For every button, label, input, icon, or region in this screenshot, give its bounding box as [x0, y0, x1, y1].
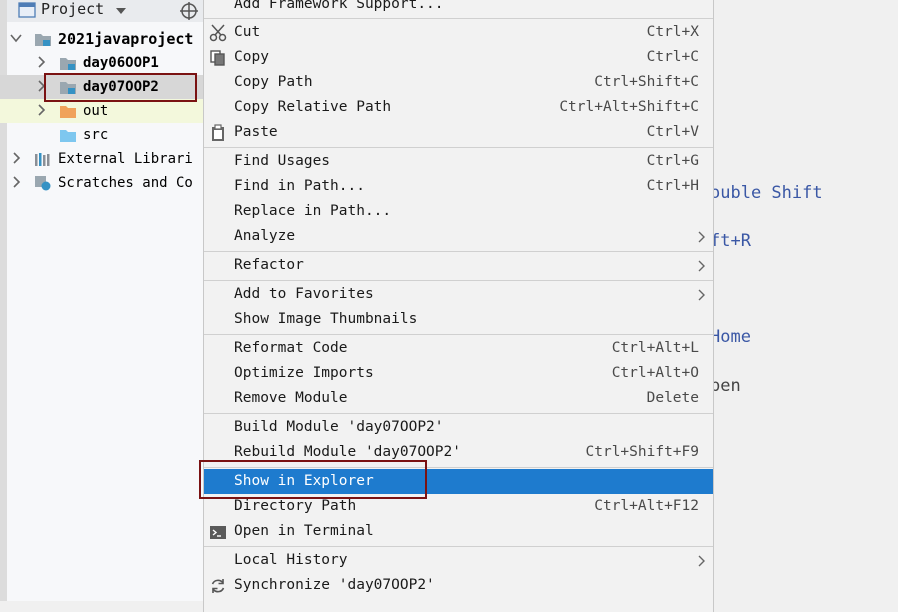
tree-item-2021javaproject[interactable]: 2021javaproject [0, 27, 203, 51]
annotation-highlight-show-in-explorer [199, 460, 427, 499]
menu-separator [204, 147, 713, 148]
chevron-down-icon[interactable] [115, 7, 127, 15]
hint-search-everywhere: ouble Shift [710, 183, 823, 203]
hint-drop-files: pen [710, 376, 741, 396]
chevron-right-icon[interactable] [10, 151, 22, 165]
menu-separator [204, 334, 713, 335]
menu-item-add-to-favorites[interactable]: Add to Favorites [204, 282, 713, 307]
menu-item-open-in-terminal[interactable]: Open in Terminal [204, 519, 713, 544]
source-folder-icon [60, 130, 76, 142]
project-view-icon [18, 2, 36, 18]
project-tool-window: Project 2021javaproject day06OOP1 day07O [0, 0, 203, 601]
copy-icon [210, 50, 225, 66]
chevron-down-icon[interactable] [10, 31, 22, 45]
chevron-right-icon [698, 289, 705, 301]
menu-item-find-usages[interactable]: Find Usages Ctrl+G [204, 149, 713, 174]
menu-item-paste[interactable]: Paste Ctrl+V [204, 120, 713, 145]
chevron-right-icon[interactable] [35, 103, 47, 117]
annotation-highlight-module [44, 73, 197, 102]
menu-item-reformat-code[interactable]: Reformat Code Ctrl+Alt+L [204, 336, 713, 361]
module-folder-icon [35, 34, 51, 46]
menu-separator [204, 18, 713, 19]
menu-item-analyze[interactable]: Analyze [204, 224, 713, 249]
tree-item-label: src [83, 127, 109, 143]
tree-item-label: Scratches and Co [58, 175, 193, 191]
hint-recent-files: ft+R [710, 231, 751, 251]
terminal-icon [210, 526, 226, 539]
context-menu: Add Framework Support... Cut Ctrl+X Copy… [203, 0, 714, 612]
menu-separator [204, 413, 713, 414]
tree-item-out[interactable]: out [0, 99, 203, 123]
menu-item-replace-in-path[interactable]: Replace in Path... [204, 199, 713, 224]
clipboard-icon [212, 124, 224, 141]
chevron-right-icon [698, 231, 705, 243]
menu-item-copy-path[interactable]: Copy Path Ctrl+Shift+C [204, 70, 713, 95]
tree-item-external-libraries[interactable]: External Librari [0, 147, 203, 171]
menu-item-cut[interactable]: Cut Ctrl+X [204, 20, 713, 45]
menu-separator [204, 251, 713, 252]
menu-separator [204, 546, 713, 547]
tree-item-label: day06OOP1 [83, 55, 159, 71]
menu-item-find-in-path[interactable]: Find in Path... Ctrl+H [204, 174, 713, 199]
chevron-right-icon[interactable] [35, 55, 47, 69]
library-icon [35, 153, 50, 166]
menu-item-copy[interactable]: Copy Ctrl+C [204, 45, 713, 70]
menu-item-optimize-imports[interactable]: Optimize Imports Ctrl+Alt+O [204, 361, 713, 386]
chevron-right-icon[interactable] [10, 175, 22, 189]
scratches-icon [35, 176, 51, 191]
excluded-folder-icon [60, 106, 76, 118]
menu-item-synchronize[interactable]: Synchronize 'day07OOP2' [204, 573, 713, 598]
tree-item-src[interactable]: src [0, 123, 203, 147]
chevron-right-icon [698, 260, 705, 272]
menu-item-show-image-thumbnails[interactable]: Show Image Thumbnails [204, 307, 713, 332]
menu-item-add-framework-support[interactable]: Add Framework Support... [204, 0, 713, 17]
tree-item-label: out [83, 103, 109, 119]
menu-item-build-module[interactable]: Build Module 'day07OOP2' [204, 415, 713, 440]
project-header: Project [0, 0, 203, 22]
menu-item-copy-relative-path[interactable]: Copy Relative Path Ctrl+Alt+Shift+C [204, 95, 713, 120]
tree-item-label: 2021javaproject [58, 30, 194, 48]
scissors-icon [209, 24, 227, 42]
tree-item-day06oop1[interactable]: day06OOP1 [0, 51, 203, 75]
menu-separator [204, 280, 713, 281]
menu-item-refactor[interactable]: Refactor [204, 253, 713, 278]
module-folder-icon [60, 58, 76, 70]
project-view-title[interactable]: Project [41, 0, 104, 18]
sync-icon [211, 579, 225, 593]
locate-crosshair-icon[interactable] [179, 1, 199, 21]
chevron-right-icon [698, 555, 705, 567]
tree-item-scratches[interactable]: Scratches and Co [0, 171, 203, 195]
menu-item-remove-module[interactable]: Remove Module Delete [204, 386, 713, 411]
menu-item-local-history[interactable]: Local History [204, 548, 713, 573]
tree-item-label: External Librari [58, 151, 193, 167]
hint-navigation-bar: Home [710, 327, 751, 347]
